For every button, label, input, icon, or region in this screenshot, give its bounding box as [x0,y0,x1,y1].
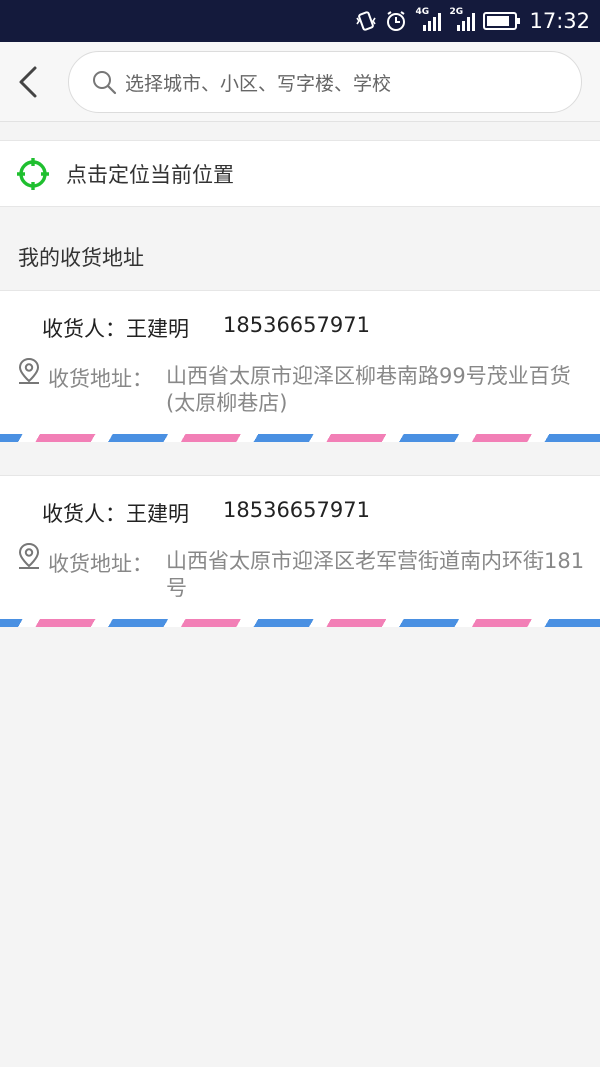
network-type-label: 4G [415,7,430,17]
receiver-name: 王建明 [126,502,189,526]
status-icons: 4G 2G 17:32 [355,0,590,42]
locate-label: 点击定位当前位置 [66,162,234,187]
back-button[interactable] [10,60,44,104]
header: 选择城市、小区、写字楼、学校 [0,42,600,122]
receiver-phone: 18536657971 [223,498,370,522]
alarm-icon [387,11,406,31]
receiver-line: 收货人： 王建明 18536657971 [42,498,370,528]
address-card[interactable]: 收货人： 王建明 18536657971 收货地址： 山西省太原市迎泽区柳巷南路… [0,290,600,442]
signal-icon: 4G [415,7,442,31]
address-label: 收货地址： [48,367,153,391]
receiver-label: 收货人： [42,317,126,341]
receiver-line: 收货人： 王建明 18536657971 [42,313,370,343]
search-input[interactable]: 选择城市、小区、写字楼、学校 [68,51,582,113]
location-pin-icon [18,542,40,569]
signal-icon: 2G [449,7,476,31]
address-card[interactable]: 收货人： 王建明 18536657971 收货地址： 山西省太原市迎泽区老军营街… [0,475,600,627]
location-pin-icon [18,357,40,384]
locate-current-position-button[interactable]: 点击定位当前位置 [0,140,600,207]
search-icon [93,71,117,95]
receiver-phone: 18536657971 [223,313,370,337]
network-type-label: 2G [449,7,464,17]
receiver-name: 王建明 [126,317,189,341]
vibrate-icon [356,11,377,31]
address-text: 山西省太原市迎泽区老军营街道南内环街181号 [166,549,585,600]
address-text: 山西省太原市迎泽区柳巷南路99号茂业百货(太原柳巷店) [166,364,571,415]
airmail-stripe-divider [0,619,600,627]
status-bar: 4G 2G 17:32 [0,0,600,42]
status-time: 17:32 [529,9,590,33]
search-placeholder: 选择城市、小区、写字楼、学校 [125,72,392,95]
address-label: 收货地址： [48,552,153,576]
battery-icon [483,12,521,30]
airmail-stripe-divider [0,434,600,442]
locate-crosshair-icon [17,157,49,190]
chevron-left-icon [19,66,37,98]
section-title: 我的收货地址 [18,246,144,270]
receiver-label: 收货人： [42,502,126,526]
